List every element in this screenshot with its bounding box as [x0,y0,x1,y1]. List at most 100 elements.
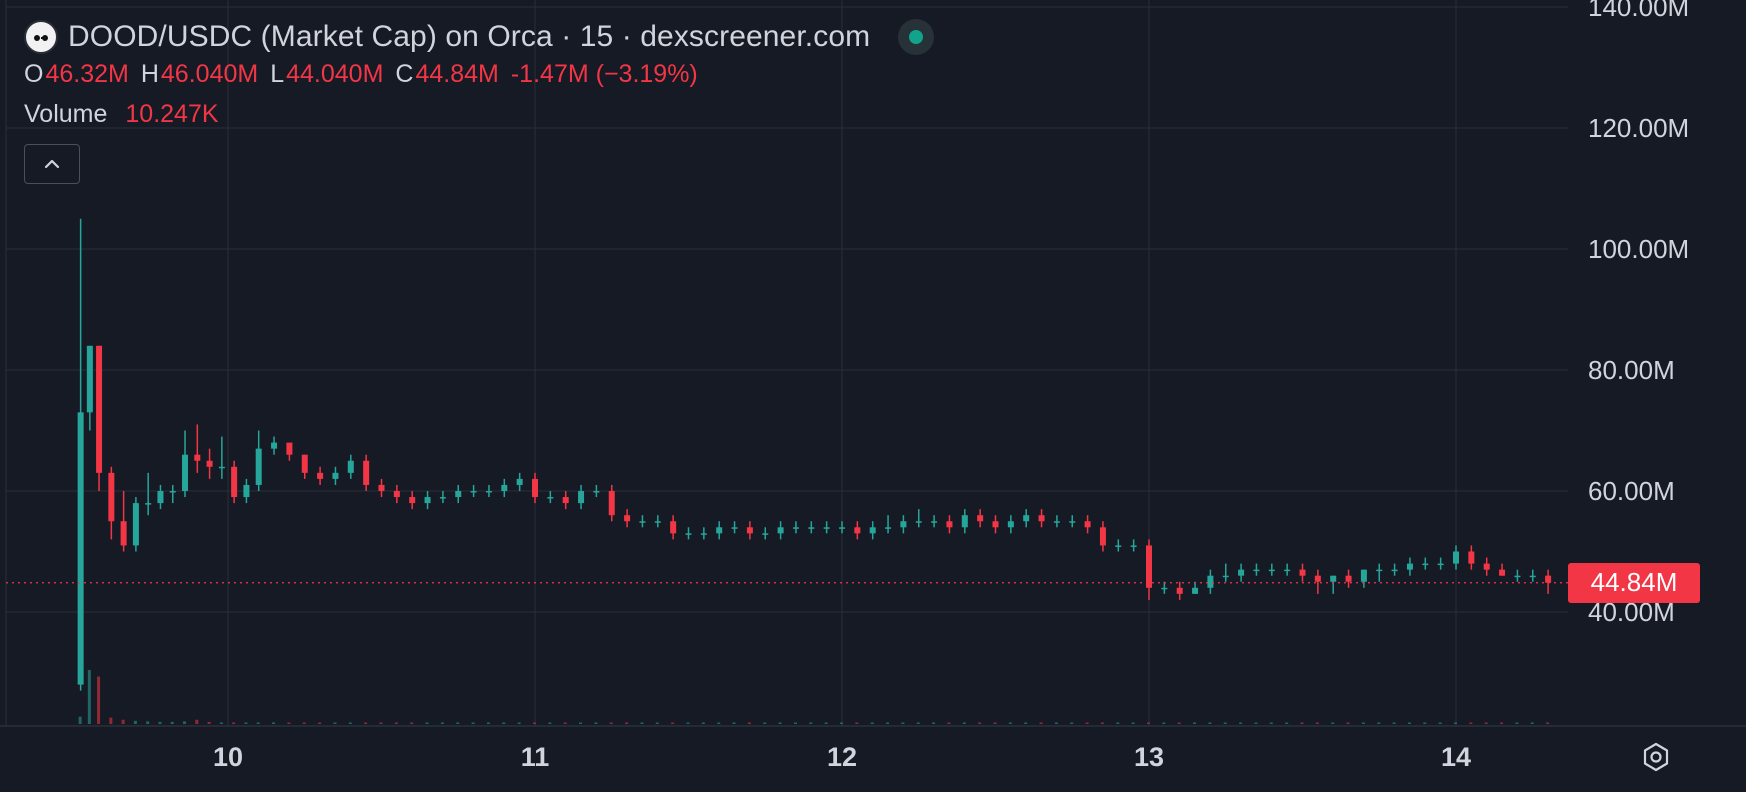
volume-bar [793,722,797,724]
token-logo-icon [24,20,58,54]
candle-body [915,521,922,523]
candle-body [1023,515,1030,522]
candle-body [231,466,238,498]
candle-body [1099,527,1106,546]
last-price-label: 44.84M [1568,562,1700,603]
chart-legend: DOOD/USDC (Market Cap) on Orca · 15 · de… [24,16,935,184]
volume-bar [1223,722,1227,724]
close-key: C [395,60,414,88]
volume-bar [333,722,337,724]
volume-bar [471,722,475,724]
candle-body [255,448,262,485]
volume-bar [1331,722,1335,724]
candle-body [218,466,225,469]
candle-body [854,527,861,534]
candle-body [977,515,984,522]
gear-icon [1643,742,1669,772]
candle-body [746,527,753,534]
volume-bar [410,722,414,724]
volume-bar [379,722,383,724]
volume-bar [244,722,248,724]
volume-bar [655,722,659,724]
candle-body [885,527,892,529]
candle-body [1115,545,1122,547]
volume-bar [594,722,598,724]
volume-row: Volume 10.247K [24,100,934,134]
candle-body [1007,521,1014,528]
volume-bar [1147,722,1150,724]
candle-body [1268,569,1275,572]
candle-body [1483,563,1490,570]
volume-bar [121,719,125,724]
candle-body [470,491,477,493]
candle-body [120,521,127,546]
volume-bar [686,722,690,724]
change-value: -1.47M (−3.19%) [510,60,698,88]
volume-bar [1377,722,1381,724]
low-value: 44.040M [286,60,384,88]
volume-bar [533,722,536,724]
volume-bar [97,676,101,724]
candle-body [624,515,631,522]
candle-body [608,491,615,516]
candle-body [132,503,139,546]
volume-bar [133,720,137,724]
candle-body [317,472,324,479]
low-key: L [270,60,285,88]
candle-body [931,521,938,523]
open-value: 46.32M [45,60,129,88]
volume-bar [1193,722,1197,724]
volume-bar [886,722,890,724]
volume-bar [425,722,429,724]
volume-bar [579,722,583,724]
volume-bar [1039,722,1043,724]
volume-bar [195,719,199,724]
volume-bar [87,670,91,724]
volume-bar [318,722,322,724]
candle-body [501,484,508,491]
x-tick-label: 14 [1441,742,1471,772]
volume-bar [732,722,736,724]
candle-body [578,491,585,504]
candle-body [1207,575,1214,588]
candle-body [1406,563,1413,570]
volume-bar [1515,722,1519,724]
candle-body [1314,575,1321,582]
candle-body [1468,551,1475,564]
volume-bar [256,722,260,724]
candle-body [157,491,164,504]
close-value: 44.84M [415,60,499,88]
candle-body [455,491,462,498]
candle-body [1345,575,1352,582]
y-tick-label: 100.00M [1588,234,1689,264]
volume-bar [158,721,162,724]
volume-bar [219,722,223,724]
candle-body [424,497,431,504]
y-tick-label: 140.00M [1588,0,1689,22]
collapse-legend-button[interactable] [24,144,80,184]
candle-body [869,527,876,534]
volume-bar [183,721,187,724]
volume-bar [1484,722,1488,724]
candle-body [731,527,738,529]
volume-bar [1315,722,1319,724]
volume-value: 10.247K [125,100,219,128]
candle-body [1192,587,1199,594]
candle-body [1253,569,1260,572]
candle-body [839,527,845,529]
candle-body [900,521,907,528]
chart-settings-button[interactable] [1634,737,1678,777]
candle-body [670,521,677,534]
candle-body [1360,569,1367,582]
volume-bar [78,716,82,724]
candle-body [716,527,723,534]
candle-body [1437,563,1444,566]
volume-bar [1407,722,1411,724]
volume-bar [563,722,567,724]
x-tick-label: 13 [1134,742,1164,772]
candle-body [639,521,646,523]
volume-bar [1454,722,1457,724]
candle-body [347,460,354,473]
volume-bar [701,722,705,724]
volume-bar [809,722,813,724]
